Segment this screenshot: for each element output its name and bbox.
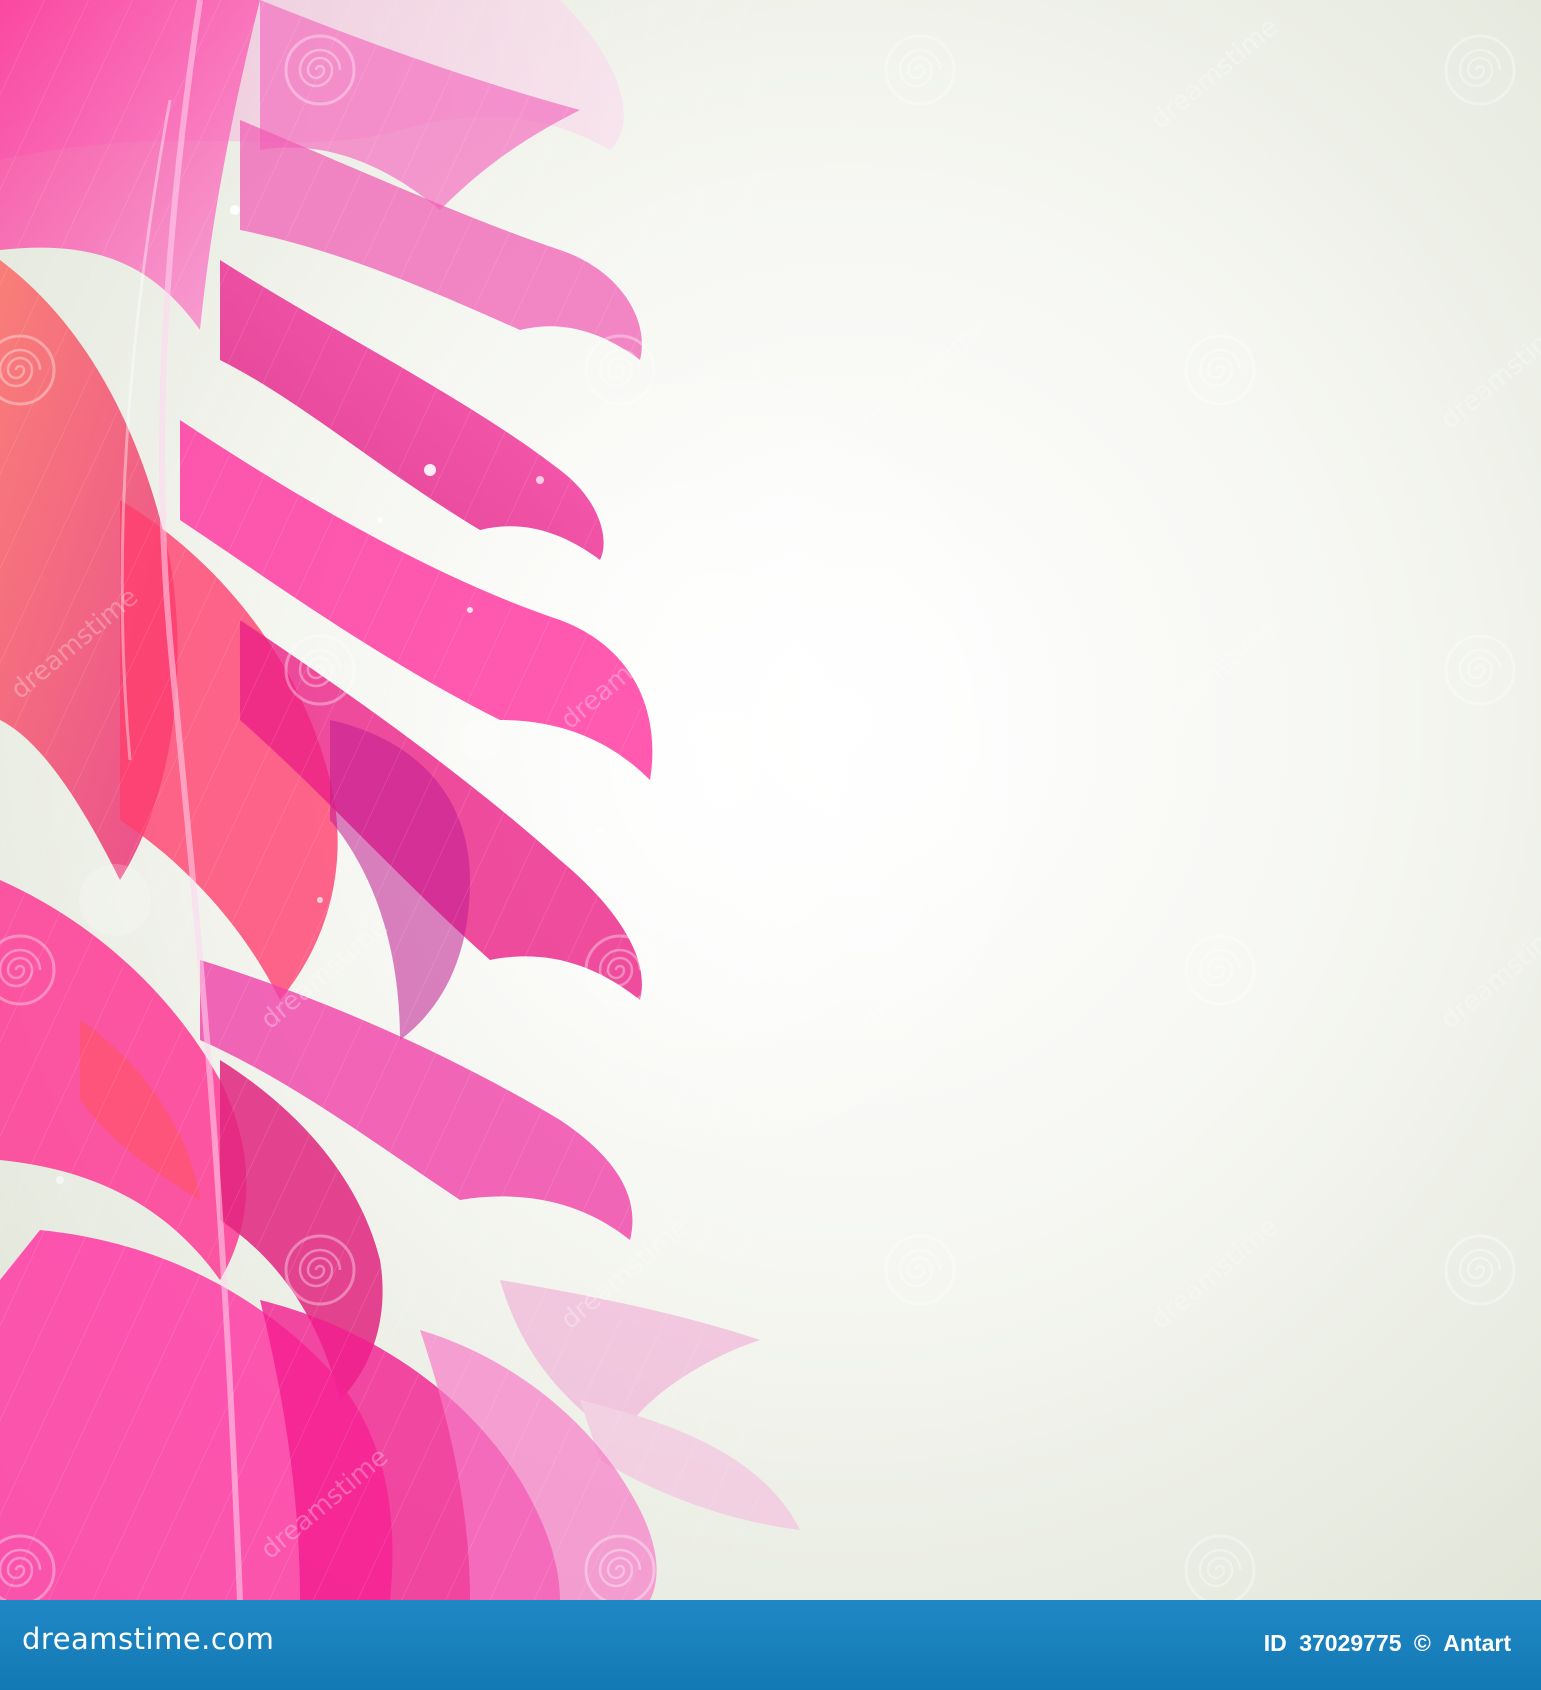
copyright-symbol: © [1413, 1630, 1431, 1656]
author-name[interactable]: Antart [1443, 1630, 1511, 1656]
id-number: 37029775 [1299, 1630, 1402, 1656]
stock-footer-bar: dreamstime.com ID 37029775 © Antart [0, 1600, 1541, 1690]
dreamstime-logo[interactable]: dreamstime.com [22, 1622, 274, 1656]
id-label: ID [1263, 1630, 1287, 1656]
floral-illustration: dreamstime dreamstime dreamstime dreamst… [0, 0, 1541, 1600]
stock-image-frame: dreamstime dreamstime dreamstime dreamst… [0, 0, 1541, 1690]
image-credit: ID 37029775 © Antart [1258, 1630, 1511, 1657]
floral-artwork: dreamstime dreamstime dreamstime dreamst… [0, 0, 1541, 1600]
